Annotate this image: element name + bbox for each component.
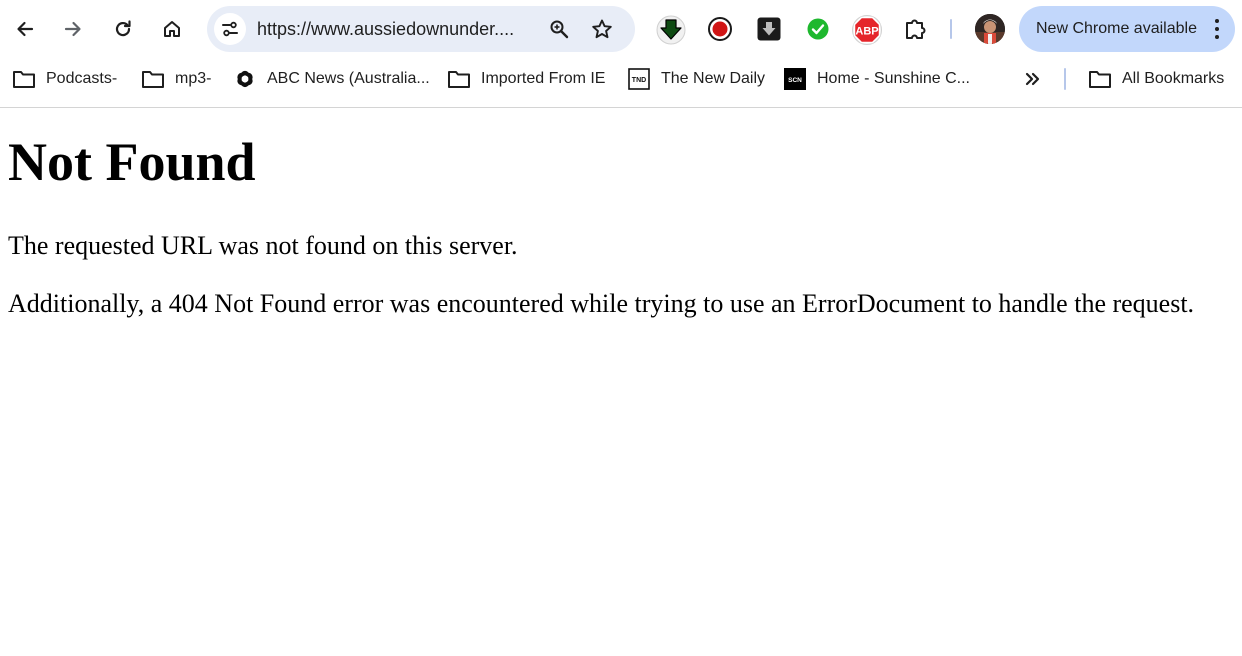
bookmark-podcasts[interactable]: Podcasts-	[12, 66, 117, 92]
bookmark-abc-news[interactable]: ABC News (Australia...	[233, 66, 430, 92]
update-label: New Chrome available	[1036, 20, 1197, 37]
reload-button[interactable]	[105, 11, 141, 47]
page-title: Not Found	[8, 132, 256, 192]
download-box-icon	[757, 17, 781, 41]
bookmarks-bar: Podcasts- mp3- ABC News (Australia... Im…	[0, 62, 1242, 96]
record-icon	[708, 17, 732, 41]
scn-logo-text: SCN	[788, 77, 802, 84]
check-extension-icon[interactable]	[802, 13, 834, 45]
site-info-button[interactable]	[214, 13, 246, 45]
folder-icon	[141, 67, 165, 91]
tune-icon	[222, 21, 238, 37]
tnd-logo-text: TND	[632, 77, 646, 84]
address-bar[interactable]: https://www.aussiedownunder....	[207, 6, 635, 52]
zoom-button[interactable]	[543, 13, 575, 45]
reload-icon	[115, 20, 131, 37]
back-button[interactable]	[7, 11, 43, 47]
bookmark-label: Podcasts-	[46, 70, 118, 87]
bookmark-the-new-daily[interactable]: TND The New Daily	[627, 66, 765, 92]
bookmark-label: mp3-	[175, 70, 212, 87]
extensions-puzzle-button[interactable]	[900, 13, 932, 45]
abp-logo-text: ABP	[855, 26, 878, 38]
bookmark-star-button[interactable]	[586, 13, 618, 45]
bookmark-imported-from-ie[interactable]: Imported From IE	[447, 66, 605, 92]
folder-icon	[12, 67, 36, 91]
adblock-plus-extension-icon[interactable]: ABP	[851, 13, 883, 45]
profile-avatar[interactable]	[975, 14, 1005, 44]
more-menu-icon[interactable]	[1211, 17, 1223, 41]
bookmark-home-sunshine[interactable]: SCN Home - Sunshine C...	[783, 66, 970, 92]
abc-logo-icon	[233, 67, 257, 91]
download-arrow-icon	[656, 15, 686, 45]
puzzle-extensions-icon	[906, 19, 926, 39]
page-content: Not Found The requested URL was not foun…	[0, 108, 1242, 327]
arrow-right-icon	[64, 21, 81, 37]
all-bookmarks-button[interactable]: All Bookmarks	[1088, 66, 1224, 92]
record-extension-icon[interactable]	[704, 13, 736, 45]
chevron-double-right-icon	[1025, 72, 1040, 86]
check-icon	[807, 18, 829, 40]
error-detail: Additionally, a 404 Not Found error was …	[8, 289, 1195, 318]
error-message: The requested URL was not found on this …	[8, 231, 518, 260]
new-chrome-available-button[interactable]: New Chrome available	[1019, 6, 1235, 52]
download-box-extension-icon[interactable]	[753, 13, 785, 45]
tnd-logo-icon: TND	[627, 67, 651, 91]
home-icon	[164, 21, 180, 37]
toolbar-divider	[950, 19, 952, 39]
star-icon	[592, 19, 612, 39]
zoom-icon	[550, 20, 569, 39]
browser-toolbar: https://www.aussiedownunder.... ABP New …	[0, 0, 1242, 58]
bookmark-label: Home - Sunshine C...	[817, 70, 970, 87]
bookmarks-overflow-button[interactable]	[1022, 66, 1044, 92]
bookmarks-divider	[1064, 68, 1066, 90]
profile-photo-icon	[975, 14, 1005, 44]
url-text[interactable]: https://www.aussiedownunder....	[257, 18, 542, 40]
scn-logo-icon: SCN	[783, 67, 807, 91]
folder-icon	[447, 67, 471, 91]
browser-chrome: https://www.aussiedownunder.... ABP New …	[0, 0, 1242, 108]
arrow-left-icon	[17, 21, 34, 37]
folder-icon	[1088, 67, 1112, 91]
bookmark-label: Imported From IE	[481, 70, 606, 87]
adblock-plus-icon: ABP	[852, 15, 882, 45]
home-button[interactable]	[154, 11, 190, 47]
bookmark-label: The New Daily	[661, 70, 766, 87]
download-arrow-extension-icon[interactable]	[655, 13, 687, 45]
forward-button[interactable]	[55, 11, 91, 47]
bookmark-mp3[interactable]: mp3-	[141, 66, 211, 92]
bookmark-label: ABC News (Australia...	[267, 70, 430, 87]
all-bookmarks-label: All Bookmarks	[1122, 70, 1225, 87]
